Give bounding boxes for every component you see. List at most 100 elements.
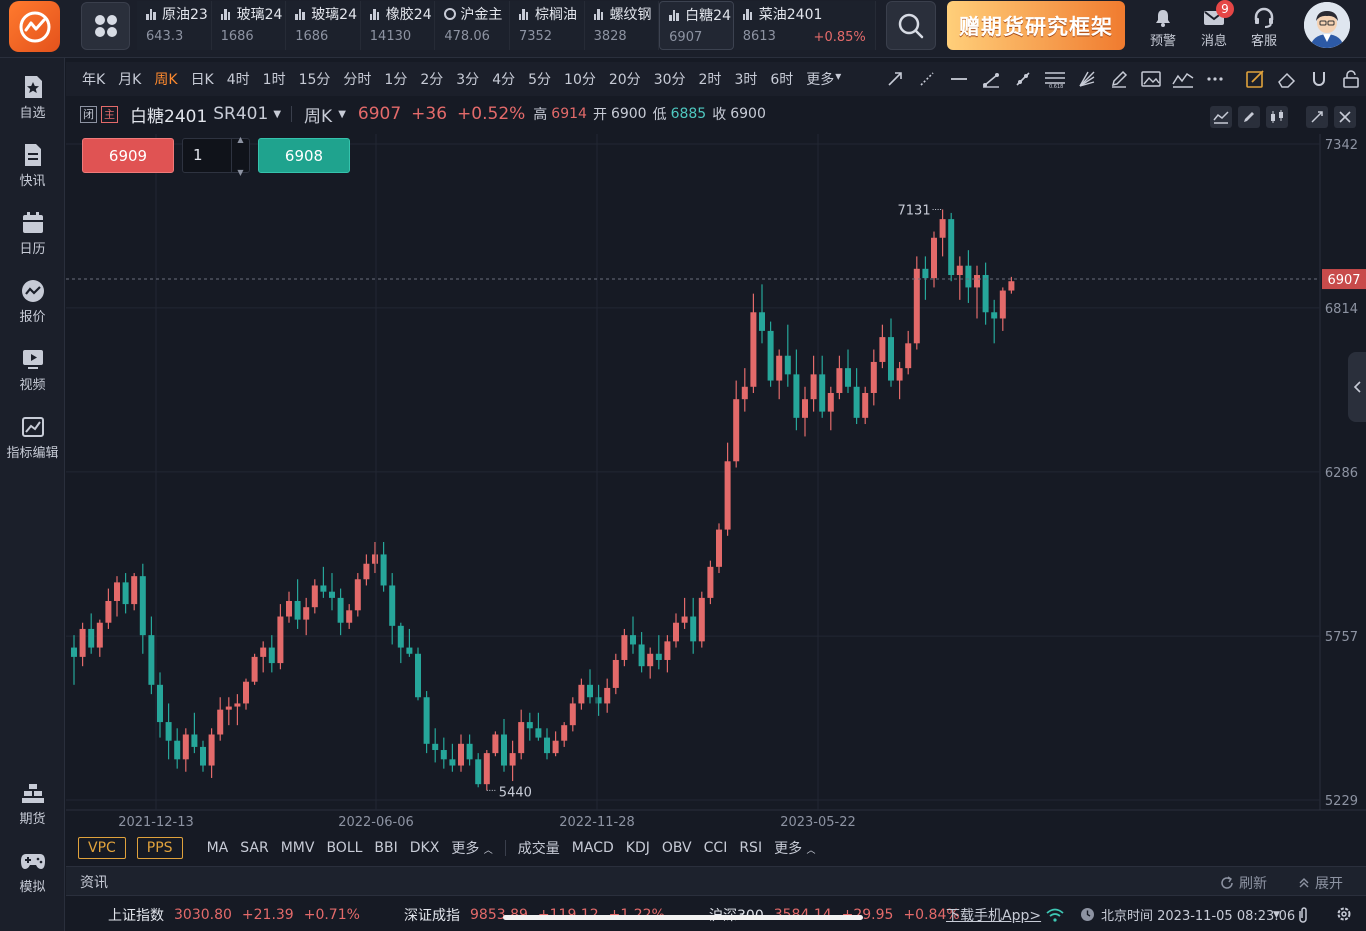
sidebar-item-quote[interactable]: 报价 (0, 276, 65, 325)
tab-period-9[interactable]: 2分 (420, 69, 443, 89)
indicator-cci[interactable]: CCI (704, 840, 728, 856)
beijing-time[interactable]: 北京时间 2023-11-05 08:23:06 (1101, 905, 1295, 924)
sidebar-item-video[interactable]: 视频 (0, 344, 65, 393)
alert-button[interactable]: 预警 (1143, 6, 1183, 49)
tab-period-13[interactable]: 10分 (564, 69, 596, 89)
indicator-macd[interactable]: MACD (572, 840, 614, 856)
wave-tool-icon[interactable] (1172, 68, 1194, 90)
indicator-rsi[interactable]: RSI (739, 840, 762, 856)
sidebar-item-calendar[interactable]: 日历 (0, 208, 65, 257)
tab-period-4[interactable]: 4时 (227, 69, 250, 89)
tab-period-11[interactable]: 4分 (492, 69, 515, 89)
chart-panel[interactable]: 7342 6814 6286 5757 5229 2021-12-13 2022-06-06… (66, 98, 1366, 862)
tab-period-14[interactable]: 20分 (609, 69, 641, 89)
chevron-down-icon[interactable]: ▼ (273, 109, 281, 120)
eraser-icon[interactable] (1276, 68, 1298, 90)
tab-period-10[interactable]: 3分 (456, 69, 479, 89)
expand-button[interactable]: 展开 (1298, 873, 1343, 893)
segment-tool-icon[interactable] (980, 68, 1002, 90)
indicator-volume[interactable]: 成交量 (518, 838, 560, 858)
tab-period-5[interactable]: 1时 (263, 69, 286, 89)
user-avatar[interactable] (1304, 2, 1350, 48)
lock-icon[interactable] (1340, 68, 1362, 90)
tab-period-8[interactable]: 1分 (384, 69, 407, 89)
tab-period-16[interactable]: 2时 (699, 69, 722, 89)
chevron-down-icon[interactable]: ▾ (835, 69, 841, 89)
sidebar-item-watchlist[interactable]: 自选 (0, 72, 65, 121)
ray-tool-icon[interactable] (916, 68, 938, 90)
app-logo[interactable] (9, 1, 60, 52)
indicator-sar[interactable]: SAR (240, 840, 268, 856)
ticker-item[interactable]: 玻璃24 1686 (286, 1, 361, 50)
indicator-boll[interactable]: BOLL (326, 840, 362, 856)
quantity-stepper[interactable]: 1 ▲ ▼ (182, 135, 250, 177)
ticker-item[interactable]: 菜油2401 8613 +0.85% (733, 1, 876, 50)
trend-line-tool-icon[interactable] (1012, 68, 1034, 90)
message-button[interactable]: 9 消息 (1194, 0, 1234, 49)
image-tool-icon[interactable] (1140, 68, 1162, 90)
tab-period-19[interactable]: 更多 (806, 69, 834, 89)
indicator-obv[interactable]: OBV (662, 840, 692, 856)
sidebar-item-indicator-edit[interactable]: 指标编辑 (0, 412, 65, 461)
close-icon[interactable] (1334, 106, 1356, 128)
contract-code[interactable]: SR401 (213, 104, 268, 124)
tab-period-3[interactable]: 日K (191, 69, 214, 89)
tab-period-1[interactable]: 月K (118, 69, 141, 89)
tab-period-7[interactable]: 分时 (343, 69, 371, 89)
chevron-down-icon[interactable]: ▼ (1273, 910, 1280, 920)
tab-period-15[interactable]: 30分 (654, 69, 686, 89)
tab-period-0[interactable]: 年K (82, 69, 105, 89)
indicator-pps-button[interactable]: PPS (136, 837, 183, 859)
fibonacci-tool-icon[interactable]: 0.618 (1044, 68, 1066, 90)
ticker-item[interactable]: 橡胶24 14130 (360, 1, 436, 50)
contract-name[interactable]: 白糖2401 (130, 102, 207, 127)
tab-period-17[interactable]: 3时 (734, 69, 757, 89)
panel-collapse-handle[interactable] (1348, 352, 1366, 422)
attachment-icon[interactable] (1296, 906, 1310, 928)
apps-grid-button[interactable] (81, 2, 130, 50)
index-sh[interactable]: 上证指数 3030.80 +21.39 +0.71% (108, 905, 360, 925)
ticker-item[interactable]: 棕榈油 7352 (509, 1, 585, 50)
candle-style-icon[interactable] (1266, 106, 1288, 128)
indicator-mmv[interactable]: MMV (281, 840, 315, 856)
chevron-down-icon[interactable]: ▼ (338, 109, 346, 120)
download-app-link[interactable]: 下载手机App> (946, 905, 1041, 925)
tab-period-12[interactable]: 5分 (528, 69, 551, 89)
sidebar-item-simulation[interactable]: 模拟 (0, 846, 65, 895)
indicator-kdj[interactable]: KDJ (626, 840, 650, 856)
draw-toggle-icon[interactable] (1238, 106, 1260, 128)
sell-button[interactable]: 6908 (258, 138, 350, 173)
indicator-main-more[interactable]: 更多 ︿ (451, 838, 492, 858)
indicator-sub-more[interactable]: 更多 ︿ (774, 838, 815, 858)
indicator-dkx[interactable]: DKX (410, 840, 440, 856)
horizontal-line-tool-icon[interactable] (948, 68, 970, 90)
tab-period-18[interactable]: 6时 (770, 69, 793, 89)
more-tools-icon[interactable] (1204, 68, 1226, 90)
buy-button[interactable]: 6909 (82, 138, 174, 173)
kline-chart[interactable]: 7342 6814 6286 5757 5229 2021-12-13 2022-06-06… (66, 98, 1366, 862)
ticker-item[interactable]: 螺纹钢 3828 (584, 1, 660, 50)
indicator-bbi[interactable]: BBI (374, 840, 397, 856)
indicator-ma[interactable]: MA (207, 840, 229, 856)
magnet-icon[interactable] (1308, 68, 1330, 90)
sidebar-item-futures[interactable]: 期货 (0, 778, 65, 827)
shrink-icon[interactable] (1306, 106, 1328, 128)
ticker-item[interactable]: 原油23 643.3 (137, 1, 212, 50)
news-title[interactable]: 资讯 (80, 872, 108, 892)
ticker-item[interactable]: 玻璃24 1686 (211, 1, 287, 50)
service-button[interactable]: 客服 (1244, 6, 1284, 49)
chart-period[interactable]: 周K (304, 102, 332, 127)
chevron-up-icon[interactable]: ▲ (237, 123, 243, 156)
ticker-item[interactable]: 沪金主 478.06 (435, 1, 510, 50)
refresh-button[interactable]: 刷新 (1220, 873, 1267, 893)
fan-tool-icon[interactable] (1076, 68, 1098, 90)
indicator-vpc-button[interactable]: VPC (78, 837, 126, 859)
chevron-down-icon[interactable]: ▼ (237, 156, 243, 189)
tab-period-2[interactable]: 周K (154, 69, 177, 89)
settings-icon[interactable] (1336, 906, 1352, 926)
pen-tool-icon[interactable] (1108, 68, 1130, 90)
search-button[interactable] (886, 1, 936, 50)
ticker-item-active[interactable]: 白糖24 6907 (659, 1, 734, 50)
sidebar-item-news[interactable]: 快讯 (0, 140, 65, 189)
tab-period-6[interactable]: 15分 (299, 69, 331, 89)
